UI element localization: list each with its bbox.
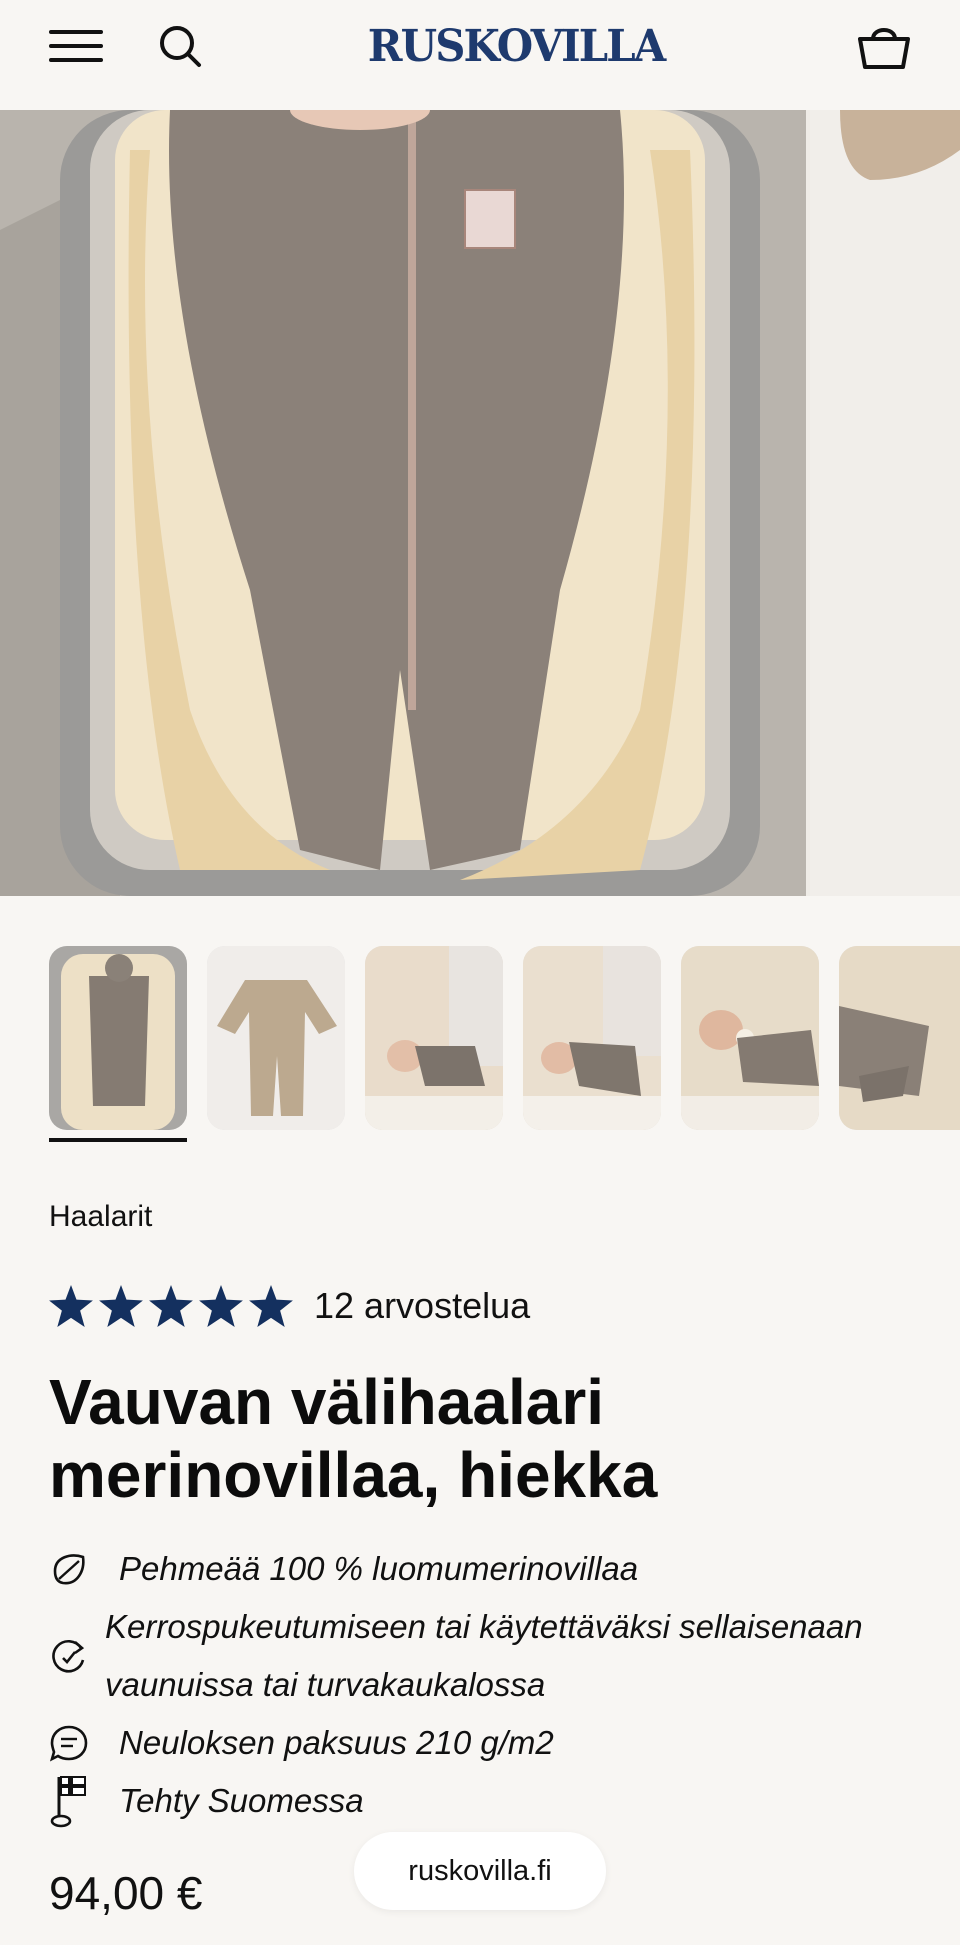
- finnish-flag-icon: [49, 1772, 105, 1830]
- thumbnail-strip: [49, 946, 960, 1146]
- feature-text: Pehmeää 100 % luomumerinovillaa: [119, 1550, 639, 1587]
- cart-button[interactable]: [852, 14, 916, 78]
- leaf-icon: [49, 1540, 105, 1598]
- product-rating[interactable]: 12 arvostelua: [49, 1282, 530, 1330]
- feature-item: Neuloksen paksuus 210 g/m2: [49, 1714, 929, 1772]
- star-icon: [199, 1285, 243, 1327]
- product-image-gallery[interactable]: [0, 110, 960, 896]
- star-icon: [249, 1285, 293, 1327]
- search-icon: [160, 26, 201, 67]
- feature-item: Kerrospukeutumiseen tai käytettäväksi se…: [49, 1598, 929, 1714]
- feature-text: Tehty Suomessa: [119, 1782, 364, 1819]
- product-title: Vauvan välihaalari merinovillaa, hiekka: [49, 1366, 658, 1511]
- thumbnail-5[interactable]: [681, 946, 819, 1130]
- site-header: RUSKOVILLA: [0, 0, 960, 110]
- thumbnail-6[interactable]: [839, 946, 960, 1130]
- refresh-icon: [49, 1598, 105, 1714]
- star-icon: [49, 1285, 93, 1327]
- feature-item: Pehmeää 100 % luomumerinovillaa: [49, 1540, 929, 1598]
- thumbnail-4[interactable]: [523, 946, 661, 1130]
- thumbnail-3[interactable]: [365, 946, 503, 1130]
- cart-icon: [858, 28, 910, 69]
- brand-logo[interactable]: RUSKOVILLA: [360, 16, 666, 76]
- star-icon: [149, 1285, 193, 1327]
- browser-url-pill[interactable]: ruskovilla.fi: [354, 1832, 606, 1910]
- rating-count: 12 arvostelua: [314, 1285, 531, 1326]
- product-price: 94,00 €: [49, 1867, 203, 1919]
- thumbnail-selected-indicator: [49, 1138, 187, 1142]
- menu-button[interactable]: [46, 20, 106, 72]
- thumbnail-1[interactable]: [49, 946, 187, 1130]
- feature-text: Neuloksen paksuus 210 g/m2: [119, 1724, 554, 1761]
- product-features: Pehmeää 100 % luomumerinovillaa Kerrospu…: [49, 1540, 929, 1830]
- feature-item: Tehty Suomessa: [49, 1772, 929, 1830]
- product-next-image[interactable]: [810, 110, 960, 896]
- feature-text: Kerrospukeutumiseen tai käytettäväksi se…: [105, 1608, 863, 1703]
- menu-icon: [49, 30, 103, 62]
- next-image-preview: [840, 110, 960, 180]
- product-category[interactable]: Haalarit: [49, 1200, 152, 1234]
- search-button[interactable]: [152, 18, 208, 74]
- star-icon: [99, 1285, 143, 1327]
- product-main-image[interactable]: [0, 110, 806, 896]
- logo-wordmark: RUSKOVILLA: [367, 20, 666, 72]
- chat-icon: [49, 1714, 105, 1772]
- thumbnail-2[interactable]: [207, 946, 345, 1130]
- rating-stars: [49, 1285, 293, 1327]
